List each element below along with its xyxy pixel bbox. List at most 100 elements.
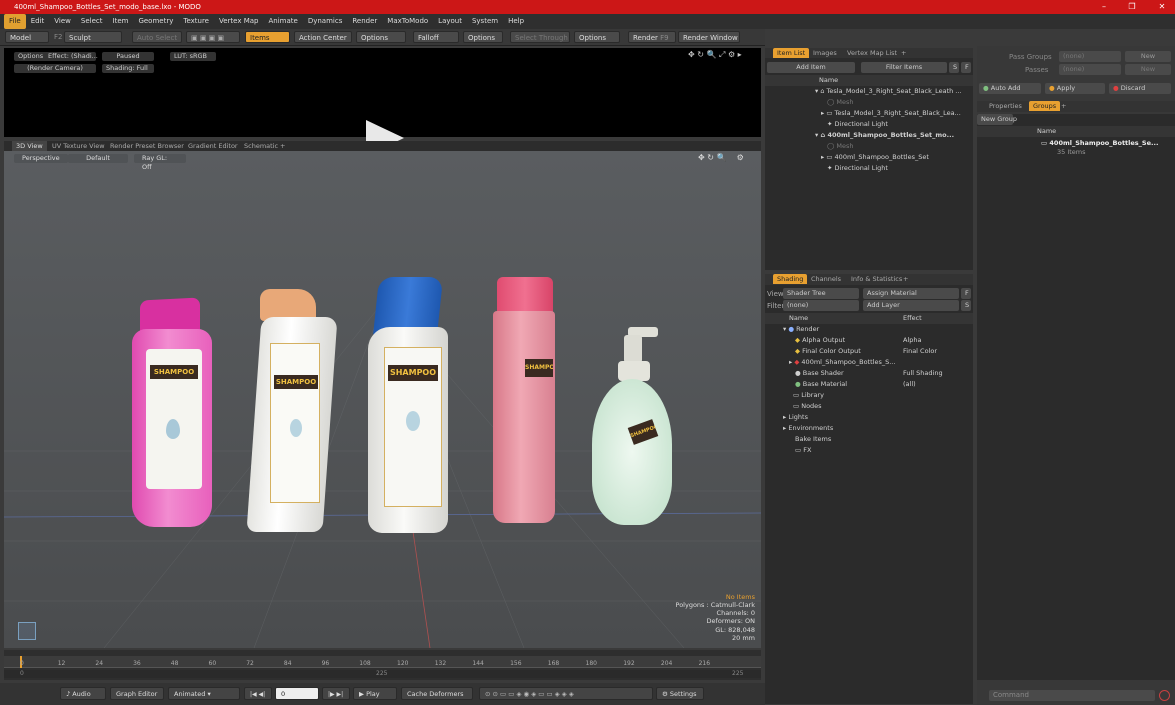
menu-layout[interactable]: Layout	[433, 14, 467, 29]
tab-uv-texture-view[interactable]: UV Texture View	[48, 141, 109, 151]
item-row-shampoo-mesh[interactable]: ▸ ▭ 400ml_Shampoo_Bottles_Set	[821, 152, 967, 163]
shader-row-base-material[interactable]: ● Base Material (all)	[795, 379, 967, 390]
menu-geometry[interactable]: Geometry	[133, 14, 178, 29]
tab-info-statistics[interactable]: Info & Statistics	[847, 274, 906, 284]
default-dropdown[interactable]: Default	[68, 154, 128, 163]
menu-item[interactable]: Item	[108, 14, 134, 29]
3d-viewport[interactable]: Perspective Default Ray GL: Off ✥ ↻ 🔍 ⚙ …	[4, 151, 761, 648]
discard-button[interactable]: ● Discard	[1109, 83, 1171, 94]
tab-3d-view[interactable]: 3D View	[12, 141, 47, 151]
shader-row-fx[interactable]: ▭ FX	[795, 445, 967, 456]
command-input[interactable]: Command	[989, 690, 1155, 701]
bottle-pump[interactable]: SHAMPOO	[590, 327, 676, 527]
play-button[interactable]: ▶ Play	[353, 687, 397, 700]
tab-properties[interactable]: Properties	[985, 101, 1026, 111]
raygl-dropdown[interactable]: Ray GL: Off	[134, 154, 186, 171]
item-row-mesh-2[interactable]: ◯ Mesh	[827, 141, 967, 152]
settings-button[interactable]: ⚙ Settings	[656, 687, 704, 700]
prev-frame-buttons[interactable]: |◀ ◀|	[244, 687, 272, 700]
add-layer-dropdown[interactable]: Add Layer	[863, 300, 959, 311]
graph-editor-button[interactable]: Graph Editor	[110, 687, 164, 700]
bottle-white-blue-cap[interactable]: SHAMPOO	[366, 277, 454, 533]
next-frame-buttons[interactable]: |▶ ▶|	[322, 687, 350, 700]
new-group-button[interactable]: New Group	[977, 114, 1017, 125]
shader-row-bake-items[interactable]: Bake Items	[795, 434, 967, 445]
preview-camera[interactable]: (Render Camera)	[14, 64, 96, 73]
f-button[interactable]: F	[961, 288, 971, 299]
animated-dropdown[interactable]: Animated ▾	[168, 687, 240, 700]
timeline-range[interactable]: 0 225 225	[4, 670, 761, 678]
item-row-tesla-scene[interactable]: ▾ ⌂ Tesla_Model_3_Right_Seat_Black_Leath…	[815, 86, 965, 97]
model-button[interactable]: Model	[5, 31, 49, 43]
new-pass-button[interactable]: New	[1125, 64, 1171, 75]
filter-items-input[interactable]: Filter Items	[861, 62, 947, 73]
assign-material-button[interactable]: Assign Material	[863, 288, 959, 299]
menu-system[interactable]: System	[467, 14, 503, 29]
s-button[interactable]: S	[949, 62, 959, 73]
f-button[interactable]: F	[961, 62, 971, 73]
menu-file[interactable]: File	[4, 14, 26, 29]
tab-render-preset-browser[interactable]: Render Preset Browser	[106, 141, 188, 151]
passes-dropdown[interactable]: (none)	[1059, 64, 1121, 75]
minimize-button[interactable]: –	[1092, 0, 1116, 14]
add-tab-button[interactable]: +	[1057, 101, 1070, 111]
shader-row-nodes[interactable]: ▭ Nodes	[793, 401, 965, 412]
shader-row-render[interactable]: ▾ ● Render	[783, 324, 967, 335]
preview-lut[interactable]: LUT: sRGB	[170, 52, 216, 61]
tab-images[interactable]: Images	[809, 48, 841, 58]
view-dropdown[interactable]: Shader Tree	[783, 288, 859, 299]
close-button[interactable]: ✕	[1150, 0, 1174, 14]
selection-mode-icons[interactable]: ▣ ▣ ▣ ▣	[186, 31, 240, 43]
apply-button[interactable]: ● Apply	[1045, 83, 1105, 94]
preview-effect[interactable]: Effect: (Shadi...	[44, 52, 98, 61]
menu-dynamics[interactable]: Dynamics	[303, 14, 348, 29]
bottle-pink[interactable]: SHAMPOO	[132, 297, 214, 527]
viewport-nav-icons[interactable]: ✥ ↻ 🔍 ⚙	[698, 153, 744, 162]
bottle-salmon[interactable]: SHAMPOO	[491, 277, 557, 525]
tab-vertex-map-list[interactable]: Vertex Map List	[843, 48, 901, 58]
render-preview[interactable]: Options Effect: (Shadi... Paused LUT: sR…	[4, 48, 761, 156]
action-center-button[interactable]: Action Center	[294, 31, 352, 43]
preview-nav-icons[interactable]: ✥ ↻ 🔍 ⤢ ⚙ ▸	[688, 50, 742, 60]
auto-select-button[interactable]: Auto Select	[132, 31, 182, 43]
menu-animate[interactable]: Animate	[263, 14, 302, 29]
item-row-mesh[interactable]: ◯ Mesh	[827, 97, 967, 108]
select-through-button[interactable]: Select Through	[510, 31, 570, 43]
sculpt-button[interactable]: Sculpt	[64, 31, 122, 43]
options-button-2[interactable]: Options	[463, 31, 503, 43]
tab-item-list[interactable]: Item List	[773, 48, 810, 58]
menu-help[interactable]: Help	[503, 14, 529, 29]
render-button[interactable]: Render F9	[628, 31, 676, 43]
add-item-dropdown[interactable]: Add Item	[767, 62, 855, 73]
add-tab-button[interactable]: +	[276, 141, 289, 151]
item-row-directional-light[interactable]: ✦ Directional Light	[827, 119, 967, 130]
audio-button[interactable]: ♪ Audio	[60, 687, 106, 700]
shader-row-environments[interactable]: ▸ Environments	[783, 423, 955, 434]
options-button-1[interactable]: Options	[356, 31, 406, 43]
tab-shading[interactable]: Shading	[773, 274, 808, 284]
menu-view[interactable]: View	[49, 14, 76, 29]
record-icon[interactable]	[1159, 690, 1170, 701]
timeline[interactable]: 0 12 24 36 48 60 72 84 96 108 120 132 144 156 168 180 19…	[4, 650, 761, 680]
bottle-white-orange-cap[interactable]: SHAMPOO	[246, 289, 338, 534]
cache-deformers-button[interactable]: Cache Deformers	[401, 687, 473, 700]
shader-row-alpha-output[interactable]: ◆ Alpha Output Alpha	[795, 335, 967, 346]
key-tools-icons[interactable]: ⊙ ⊙ ▭ ▭ ◈ ◉ ◈ ▭ ▭ ◈ ◈ ◈	[479, 687, 653, 700]
new-pass-group-button[interactable]: New	[1125, 51, 1171, 62]
shader-row-lights[interactable]: ▸ Lights	[783, 412, 955, 423]
auto-add-button[interactable]: ● Auto Add	[979, 83, 1041, 94]
shader-row-material-group[interactable]: ▸ ◆ 400ml_Shampoo_Bottles_S...	[789, 357, 967, 368]
preview-paused[interactable]: Paused	[102, 52, 154, 61]
item-row-shampoo-scene[interactable]: ▾ ⌂ 400ml_Shampoo_Bottles_Set_mo...	[815, 130, 965, 141]
frame-input[interactable]: 0	[275, 687, 319, 700]
item-row-tesla-mesh[interactable]: ▸ ▭ Tesla_Model_3_Right_Seat_Black_Lea..…	[821, 108, 967, 119]
tab-groups[interactable]: Groups	[1029, 101, 1061, 111]
preview-shading[interactable]: Shading: Full	[102, 64, 154, 73]
menu-select[interactable]: Select	[76, 14, 108, 29]
menu-vertex-map[interactable]: Vertex Map	[214, 14, 264, 29]
preview-options[interactable]: Options	[14, 52, 48, 61]
menu-texture[interactable]: Texture	[178, 14, 214, 29]
pass-groups-dropdown[interactable]: (none)	[1059, 51, 1121, 62]
s-button[interactable]: S	[961, 300, 971, 311]
maximize-button[interactable]: ❐	[1120, 0, 1144, 14]
